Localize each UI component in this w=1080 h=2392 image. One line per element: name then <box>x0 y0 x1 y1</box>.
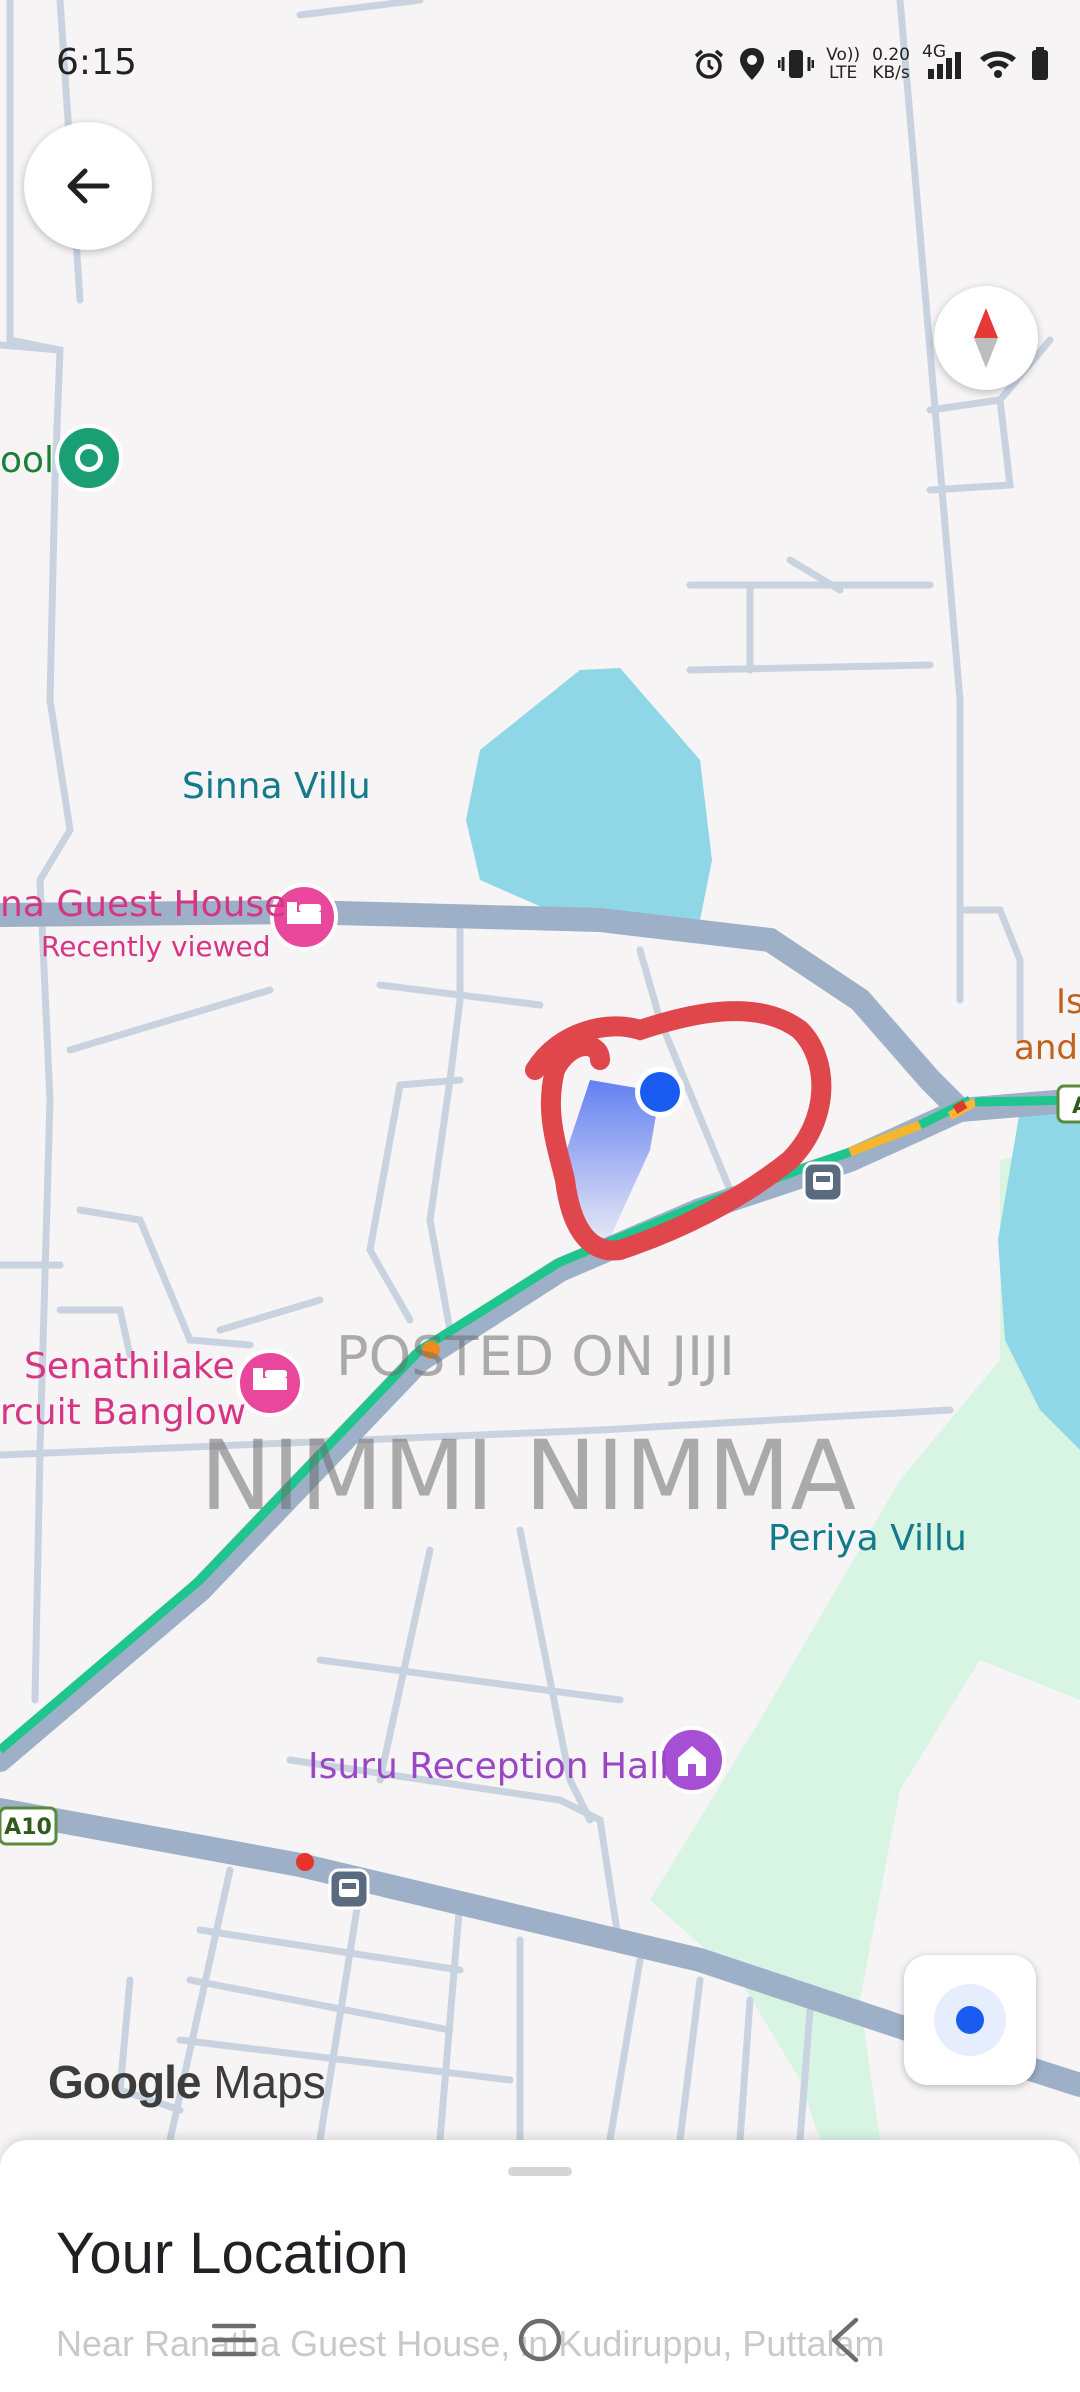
google-wordmark: Google <box>48 2056 201 2108</box>
place-label-senathilake[interactable]: Senathilake <box>24 1346 235 1387</box>
place-label-sinna-villu[interactable]: Sinna Villu <box>182 766 371 807</box>
place-label-guest-house[interactable]: na Guest House <box>0 884 286 925</box>
road-shield-a10: A10 <box>0 1806 58 1846</box>
road-shield-a: A <box>1056 1084 1080 1124</box>
place-label-right-1[interactable]: Is <box>1056 982 1080 1022</box>
traffic-red-segment <box>952 1100 968 1114</box>
back-nav-icon[interactable] <box>826 2316 862 2364</box>
location-icon <box>740 48 765 80</box>
battery-icon <box>1032 47 1048 80</box>
status-bar: 6:15 Vo)) LTE 0.20 KB/s 4G <box>0 0 1080 120</box>
status-time: 6:15 <box>56 42 137 83</box>
place-label-right-2[interactable]: and <box>1014 1028 1078 1068</box>
bus-stop-icon[interactable] <box>802 1161 844 1203</box>
compass-button[interactable] <box>934 286 1038 390</box>
place-label-school[interactable]: ool <box>0 440 54 481</box>
vibrate-icon <box>778 50 815 78</box>
wifi-icon <box>980 51 1016 78</box>
back-button[interactable] <box>24 122 152 250</box>
system-nav-bar <box>0 2300 1080 2392</box>
net-speed: 0.20 KB/s <box>872 46 910 82</box>
sheet-drag-handle[interactable] <box>508 2167 572 2176</box>
net-speed-unit: KB/s <box>872 63 910 83</box>
net-speed-value: 0.20 <box>872 45 910 65</box>
volte-icon: Vo)) LTE <box>826 46 860 82</box>
compass-icon <box>974 308 998 368</box>
bus-stop-icon[interactable] <box>328 1868 370 1910</box>
watermark-line-2: NIMMI NIMMA <box>200 1420 857 1532</box>
volte-bottom-label: LTE <box>829 63 858 83</box>
my-location-button[interactable] <box>904 1955 1036 2085</box>
back-arrow-icon <box>67 168 110 204</box>
my-location-dot <box>640 1072 680 1112</box>
school-pin-icon[interactable] <box>55 424 123 492</box>
signal-icon: 4G <box>922 43 966 81</box>
menu-nav-icon[interactable] <box>212 2320 256 2360</box>
recently-viewed-label: Recently viewed <box>41 930 271 963</box>
svg-text:A10: A10 <box>4 1815 52 1840</box>
home-nav-icon[interactable] <box>516 2316 564 2364</box>
my-location-icon <box>934 1984 1006 2056</box>
lodging-pin-icon[interactable] <box>236 1349 304 1417</box>
svg-text:A: A <box>1072 1094 1080 1119</box>
status-icons: Vo)) LTE 0.20 KB/s 4G <box>692 40 1050 88</box>
volte-top-label: Vo)) <box>826 45 861 65</box>
watermark-line-1: POSTED ON JIJI <box>336 1325 735 1388</box>
maps-wordmark: Maps <box>213 2056 326 2108</box>
sheet-title: Your Location <box>56 2221 409 2286</box>
alarm-icon <box>695 49 724 79</box>
venue-pin-icon[interactable] <box>658 1726 726 1794</box>
poi-dot[interactable] <box>296 1853 314 1871</box>
place-label-isuru-hall[interactable]: Isuru Reception Hall <box>308 1746 669 1787</box>
google-maps-logo: Google Maps <box>48 2055 326 2109</box>
